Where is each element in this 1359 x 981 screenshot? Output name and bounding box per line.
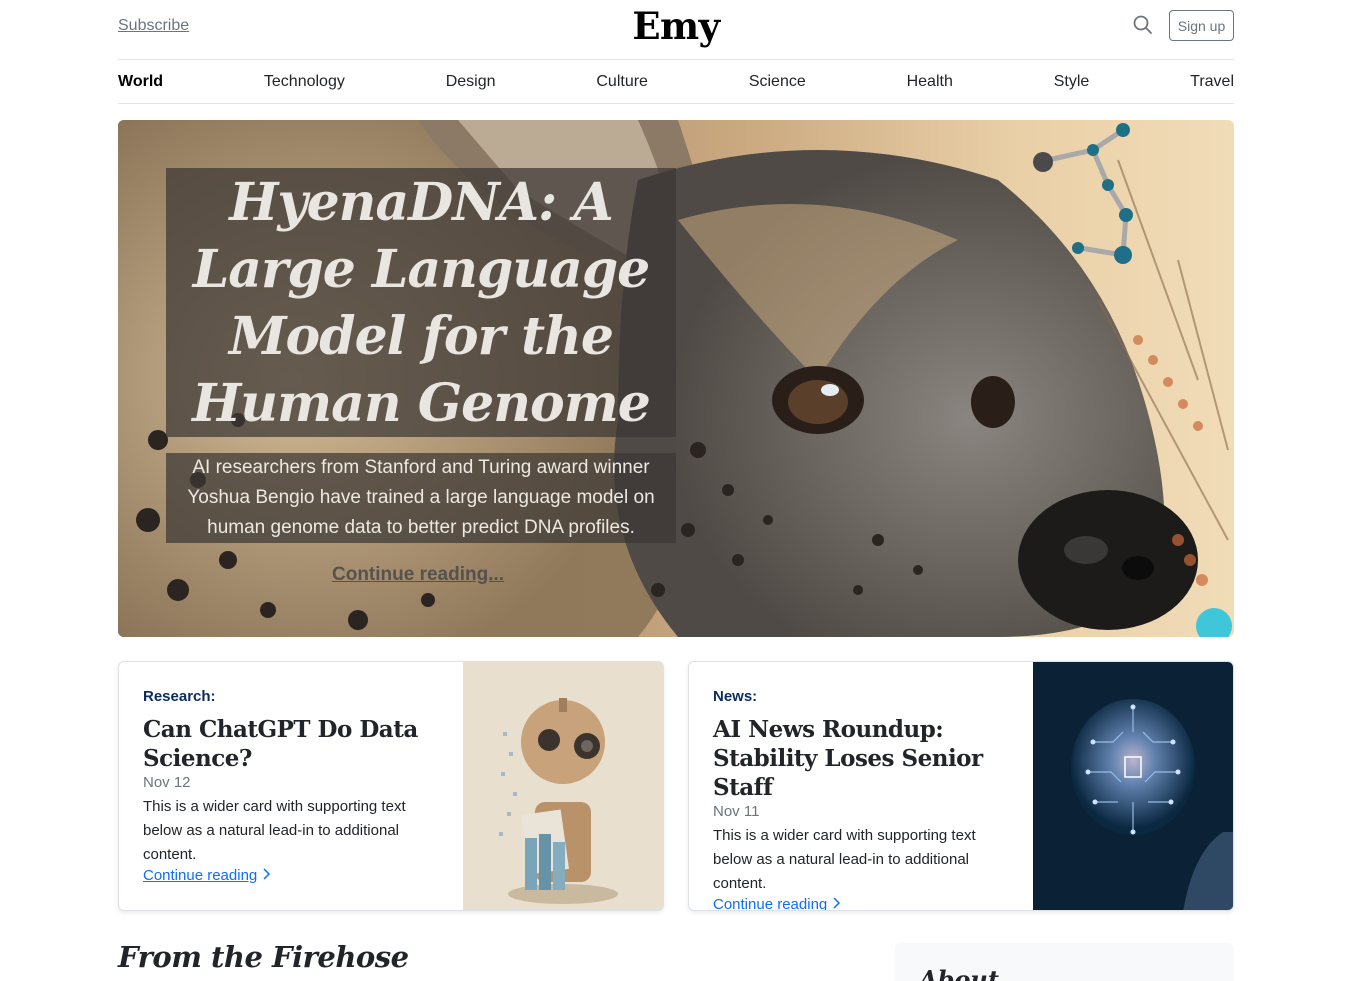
card-continue-reading-link[interactable]: Continue reading [713, 896, 841, 911]
card-text: This is a wider card with supporting tex… [713, 827, 976, 892]
hero-title[interactable]: HyenaDNA: A Large Language Model for the… [166, 169, 676, 437]
card-text: This is a wider card with supporting tex… [143, 798, 406, 863]
subscribe-link[interactable]: Subscribe [118, 17, 189, 35]
article-card: News: AI News Roundup: Stability Loses S… [688, 661, 1234, 911]
card-continue-reading-link[interactable]: Continue reading [143, 867, 271, 884]
category-nav: World Technology Design Culture Science … [118, 60, 1234, 104]
article-card: Research: Can ChatGPT Do Data Science? N… [118, 661, 664, 911]
card-category: News: [713, 688, 758, 705]
about-sidebar: About [895, 943, 1234, 981]
nav-item-technology[interactable]: Technology [264, 73, 345, 91]
card-title[interactable]: Can ChatGPT Do Data Science? [143, 715, 443, 773]
sign-up-button[interactable]: Sign up [1169, 10, 1234, 41]
card-category: Research: [143, 688, 216, 705]
card-date: Nov 11 [713, 803, 760, 820]
nav-item-style[interactable]: Style [1054, 73, 1090, 91]
robot-thumbnail-image [463, 662, 663, 910]
site-logo[interactable]: Emy [632, 4, 720, 48]
about-heading: About [919, 965, 999, 981]
card-title[interactable]: AI News Roundup: Stability Loses Senior … [713, 715, 1013, 802]
card-link-label: Continue reading [713, 896, 828, 911]
hero-lead: AI researchers from Stanford and Turing … [187, 457, 655, 538]
hero-lead-panel: AI researchers from Stanford and Turing … [166, 453, 676, 543]
firehose-heading: From the Firehose [118, 940, 409, 974]
card-link-label: Continue reading [143, 867, 258, 884]
hero-title-panel: HyenaDNA: A Large Language Model for the… [166, 168, 676, 437]
nav-item-health[interactable]: Health [907, 73, 953, 91]
card-body: News: AI News Roundup: Stability Loses S… [713, 688, 1013, 911]
card-date: Nov 12 [143, 774, 191, 791]
nav-item-travel[interactable]: Travel [1190, 73, 1234, 91]
ai-brain-thumbnail-image [1033, 662, 1233, 910]
search-icon[interactable] [1132, 14, 1154, 36]
chevron-right-icon [833, 896, 841, 910]
nav-item-world[interactable]: World [118, 73, 163, 91]
hero-continue-reading-link[interactable]: Continue reading... [332, 564, 504, 586]
site-header: Subscribe Emy Sign up [118, 0, 1234, 60]
card-body: Research: Can ChatGPT Do Data Science? N… [143, 688, 443, 885]
nav-item-culture[interactable]: Culture [596, 73, 648, 91]
chevron-right-icon [263, 867, 271, 884]
nav-item-science[interactable]: Science [749, 73, 806, 91]
nav-item-design[interactable]: Design [446, 73, 496, 91]
hero-feature: HyenaDNA: A Large Language Model for the… [118, 120, 1234, 637]
